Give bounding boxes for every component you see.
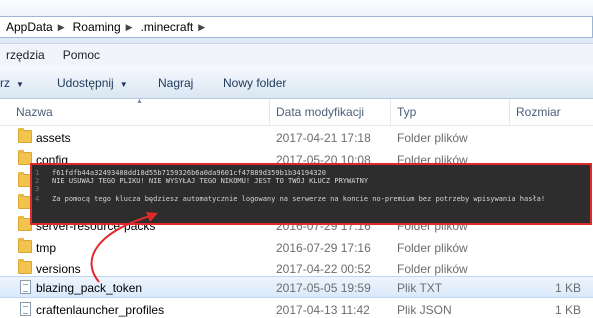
annotation-arrow <box>90 212 158 283</box>
